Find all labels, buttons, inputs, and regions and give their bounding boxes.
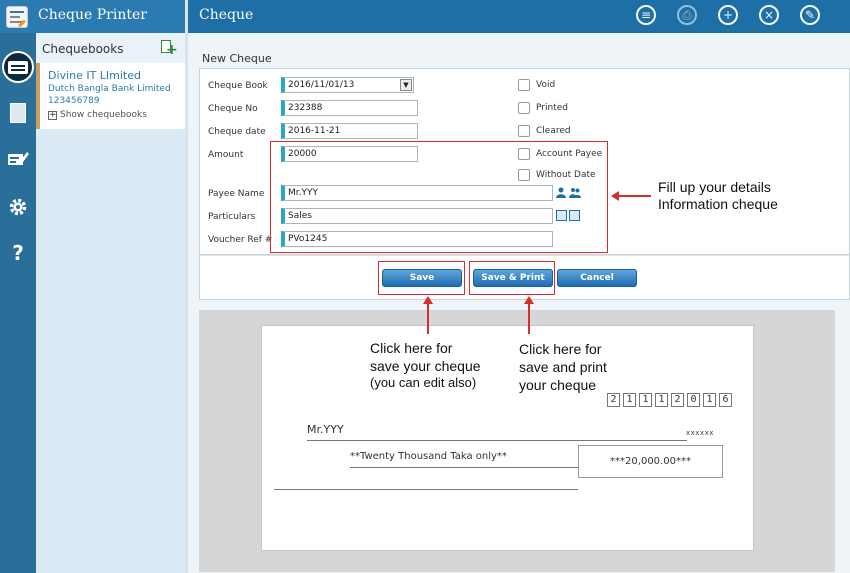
fill-annotation-line: Information cheque: [658, 196, 778, 212]
preview-amount-figure: ***20,000.00***: [578, 445, 723, 478]
print-annotation-line: Click here for: [519, 341, 602, 357]
fill-annotation-line: Fill up your details: [658, 179, 771, 195]
preview-amount-words: **Twenty Thousand Taka only**: [350, 451, 507, 462]
cheque-no-field[interactable]: 232388: [281, 100, 418, 116]
arrow-line: [427, 303, 429, 334]
chequebook-account: 123456789: [48, 96, 100, 106]
chequebooks-panel: Chequebooks + Divine IT LImited Dutch Ba…: [36, 33, 185, 573]
help-icon[interactable]: ?: [3, 238, 33, 268]
show-chequebooks-label: Show chequebooks: [60, 110, 147, 120]
cheque-preview-area: 2 1 1 1 2 0 1 6 Mr.YYY xxxxxx **Twenty T…: [199, 310, 835, 572]
arrow-left-icon: [611, 191, 619, 201]
payee-line: [307, 440, 687, 441]
cheque-date-field[interactable]: 2016-11-21: [281, 123, 418, 139]
menu-icon[interactable]: ≡: [636, 5, 656, 25]
arrow-line: [619, 195, 651, 197]
settings-gear-icon[interactable]: [3, 192, 33, 222]
chequebook-name: Divine IT LImited: [48, 69, 141, 82]
printed-checkbox[interactable]: Printed: [518, 102, 568, 114]
date-digit: 2: [671, 393, 684, 407]
show-chequebooks-toggle[interactable]: + Show chequebooks: [48, 110, 147, 120]
page-title: Cheque: [199, 7, 254, 23]
main-header: Cheque ≡ ⎙ + × ✎: [188, 0, 850, 33]
print-icon[interactable]: ⎙: [677, 5, 697, 25]
add-icon[interactable]: +: [718, 5, 738, 25]
close-icon[interactable]: ×: [759, 5, 779, 25]
cleared-checkbox[interactable]: Cleared: [518, 125, 571, 137]
payee-name-label: Payee Name: [208, 189, 265, 199]
date-digit: 2: [607, 393, 620, 407]
preview-payee-suffix: xxxxxx: [686, 429, 714, 437]
date-digit: 1: [623, 393, 636, 407]
nav-documents-icon[interactable]: [3, 98, 33, 128]
date-digit: 0: [687, 393, 700, 407]
date-digit: 6: [719, 393, 732, 407]
nav-cheque-edit-icon[interactable]: [3, 144, 33, 174]
cheque-book-value: 2016/11/01/13: [288, 80, 355, 90]
date-digit: 1: [703, 393, 716, 407]
save-annotation-line: save your cheque: [370, 358, 481, 374]
void-checkbox[interactable]: Void: [518, 79, 555, 91]
chequebook-item[interactable]: Divine IT LImited Dutch Bangla Bank Limi…: [36, 63, 185, 129]
app-logo-icon: [6, 6, 28, 28]
voucher-ref-label: Voucher Ref #: [208, 235, 273, 245]
save-annotation-line: Click here for: [370, 340, 453, 356]
expand-icon: +: [48, 109, 57, 120]
main-content: New Cheque Cheque Book 2016/11/01/13 ▼ C…: [188, 33, 850, 573]
cancel-button[interactable]: Cancel: [557, 269, 637, 287]
save-highlight: [378, 261, 465, 295]
void-label: Void: [536, 80, 556, 90]
chequebooks-header: Chequebooks +: [36, 33, 185, 63]
nav-chequebooks-icon[interactable]: [3, 52, 33, 82]
cheque-book-label: Cheque Book: [208, 81, 268, 91]
printed-label: Printed: [536, 103, 568, 113]
words-line: [350, 467, 578, 468]
cheque-preview: 2 1 1 1 2 0 1 6 Mr.YYY xxxxxx **Twenty T…: [261, 325, 754, 551]
print-annotation-line: your cheque: [519, 377, 597, 393]
print-annotation: Click here for save and print your chequ…: [519, 340, 607, 394]
date-digit: 1: [639, 393, 652, 407]
app-title: Cheque Printer: [38, 7, 147, 23]
save-print-highlight: [469, 261, 555, 295]
add-chequebook-icon[interactable]: +: [159, 40, 178, 57]
arrow-line: [528, 303, 530, 334]
amount-label: Amount: [208, 150, 244, 160]
cheque-book-select[interactable]: 2016/11/01/13 ▼: [281, 77, 414, 93]
save-annotation-line: (you can edit also): [370, 375, 477, 390]
edit-icon[interactable]: ✎: [800, 5, 820, 25]
words-line-2: [274, 489, 578, 490]
chequebook-bank: Dutch Bangla Bank Limited: [48, 84, 171, 94]
date-digit: 1: [655, 393, 668, 407]
preview-payee: Mr.YYY: [307, 423, 344, 436]
app-header: Cheque Printer: [0, 0, 185, 33]
cleared-label: Cleared: [536, 126, 571, 136]
cheque-date-label: Cheque date: [208, 127, 266, 137]
fill-annotation: Fill up your details Information cheque: [658, 179, 778, 213]
cheque-no-label: Cheque No: [208, 104, 258, 114]
left-icon-bar: ?: [0, 0, 36, 573]
save-annotation: Click here for save your cheque (you can…: [370, 339, 481, 390]
print-annotation-line: save and print: [519, 359, 607, 375]
chevron-down-icon: ▼: [400, 79, 412, 91]
section-title: New Cheque: [202, 52, 272, 65]
particulars-label: Particulars: [208, 212, 256, 222]
chequebooks-title: Chequebooks: [42, 42, 124, 56]
form-highlight: [270, 141, 608, 253]
